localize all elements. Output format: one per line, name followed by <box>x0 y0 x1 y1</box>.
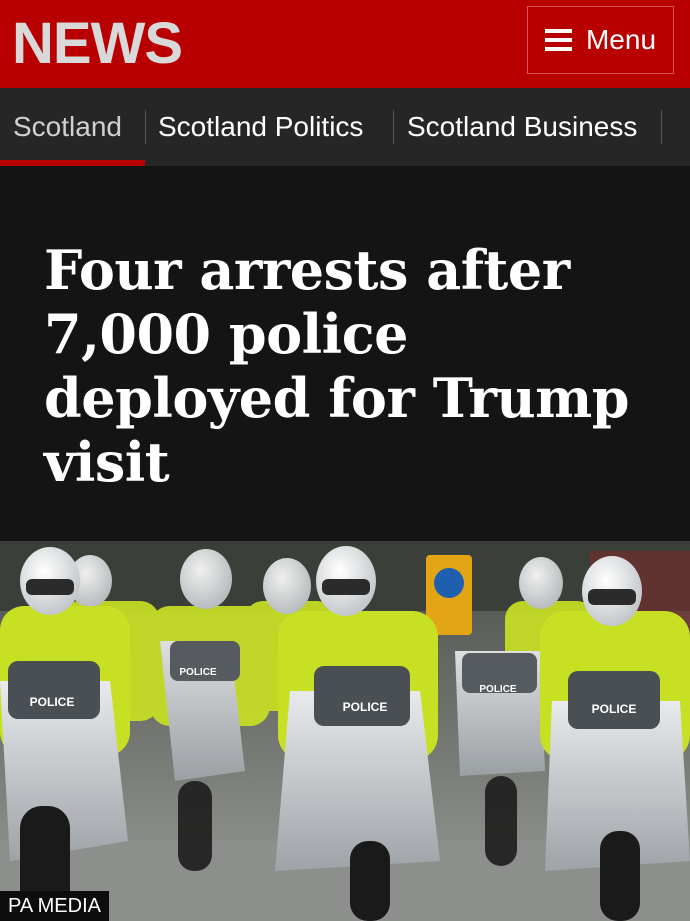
image-credit: PA MEDIA <box>0 891 109 921</box>
police-motorcycles-photo: POLICE POLICE POLICE POLICE POLICE <box>0 541 690 921</box>
headline-section: Four arrests after 7,000 police deployed… <box>0 166 690 541</box>
nav-divider <box>393 110 394 144</box>
nav-item-scotland-politics[interactable]: Scotland Politics <box>158 88 363 166</box>
masthead: NEWS Menu <box>0 0 690 88</box>
hamburger-icon <box>544 29 572 51</box>
nav-item-scotland[interactable]: Scotland <box>13 88 122 166</box>
article-image[interactable]: POLICE POLICE POLICE POLICE POLICE PA ME… <box>0 541 690 921</box>
section-nav: Scotland Scotland Politics Scotland Busi… <box>0 88 690 166</box>
article-headline: Four arrests after 7,000 police deployed… <box>44 238 630 494</box>
police-label: POLICE <box>30 695 75 709</box>
police-label: POLICE <box>343 700 388 714</box>
menu-button[interactable]: Menu <box>527 6 674 74</box>
police-label: POLICE <box>592 702 637 716</box>
police-label: POLICE <box>479 684 517 695</box>
nav-item-scotland-business[interactable]: Scotland Business <box>407 88 637 166</box>
police-label: POLICE <box>179 667 217 678</box>
nav-divider <box>145 110 146 144</box>
menu-label: Menu <box>585 24 657 55</box>
nav-divider <box>661 110 662 144</box>
news-logo[interactable]: NEWS <box>12 10 183 78</box>
